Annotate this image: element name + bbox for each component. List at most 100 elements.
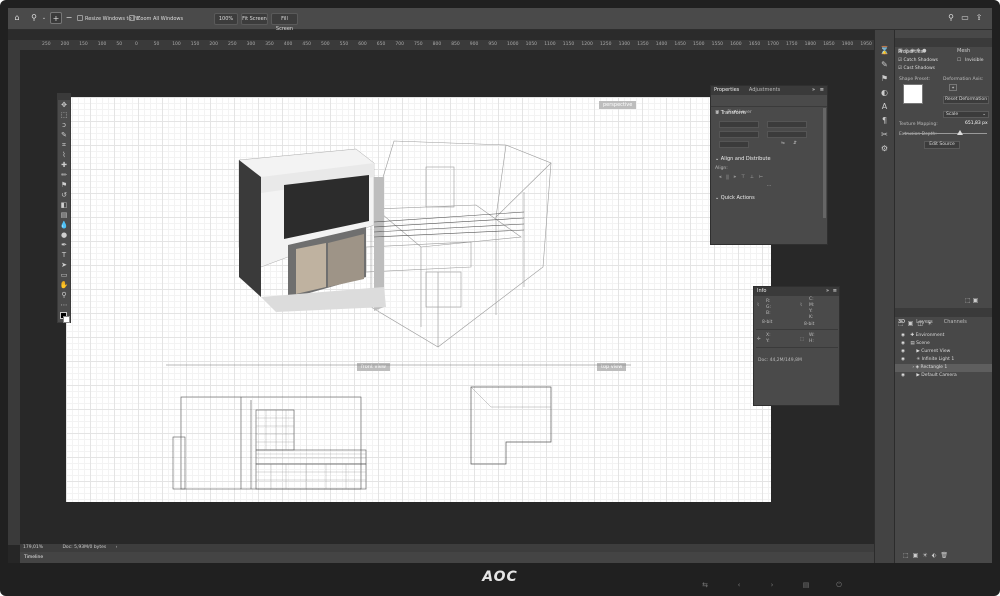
history-brush-tool-icon[interactable]: ↺ xyxy=(58,190,70,200)
scene-icon[interactable]: ◎ xyxy=(904,48,908,54)
monitor-power-icon[interactable]: ⏻ xyxy=(833,581,845,589)
vertical-ruler[interactable] xyxy=(8,40,20,545)
visibility-eye-icon[interactable]: ◉ xyxy=(901,333,905,338)
monitor-menu-icon[interactable]: ▤ xyxy=(800,581,812,589)
visibility-eye-icon[interactable]: ◉ xyxy=(901,349,905,354)
background-color-swatch[interactable] xyxy=(63,316,70,323)
more-tools-icon[interactable]: ⋯ xyxy=(58,300,70,310)
eyedropper-tool-icon[interactable]: ⌇ xyxy=(58,150,70,160)
zoom-level[interactable]: 179,01% xyxy=(23,545,43,550)
tab-channels[interactable]: Channels xyxy=(941,319,970,325)
panel-menu-icon[interactable]: ≡ xyxy=(833,287,837,296)
clone-source-icon[interactable]: ⚑ xyxy=(875,72,894,86)
invisible-checkbox[interactable]: ☐ xyxy=(957,57,961,65)
color-icon[interactable]: ◐ xyxy=(875,86,894,100)
flip-vertical-icon[interactable]: ⇵ xyxy=(793,140,797,147)
color-swatches[interactable] xyxy=(58,310,70,326)
properties-footer-icons[interactable]: ⬚ ▣ xyxy=(965,297,978,304)
zoom-100-button[interactable]: 100% xyxy=(214,13,238,25)
visibility-eye-icon[interactable]: ◉ xyxy=(901,357,905,362)
visibility-eye-icon[interactable]: ◉ xyxy=(901,373,905,378)
crop-tool-icon[interactable]: ⌗ xyxy=(58,140,70,150)
tab-properties[interactable]: Properties xyxy=(714,87,739,93)
pen-tool-icon[interactable]: ✒ xyxy=(58,240,70,250)
list-item[interactable]: ◉ ✚ Environment xyxy=(895,332,992,340)
stamp-tool-icon[interactable]: ⚑ xyxy=(58,180,70,190)
artboard[interactable]: perspective front view top view xyxy=(66,97,771,502)
quick-actions-section-title[interactable]: ⌄ Quick Actions xyxy=(711,190,827,206)
fill-screen-button[interactable]: Fill Screen xyxy=(271,13,298,32)
quick-select-tool-icon[interactable]: ✎ xyxy=(58,130,70,140)
properties-scrollbar[interactable] xyxy=(823,108,826,218)
monitor-right-icon[interactable]: › xyxy=(766,581,778,589)
deformation-axis-widget[interactable]: ✦ xyxy=(949,84,957,91)
input-source-icon[interactable]: ⇆ xyxy=(699,581,711,589)
align-buttons[interactable]: ⫷⫼⫸⊤⊥⊢ xyxy=(711,172,827,183)
3d-filter-icons[interactable]: ⬚▣◫☀ xyxy=(898,320,936,327)
edit-source-button[interactable]: Edit Source xyxy=(924,141,960,149)
x-field[interactable] xyxy=(719,131,759,138)
workspace-icon[interactable]: ▭ xyxy=(959,12,971,24)
tab-adjustments[interactable]: Adjustments xyxy=(749,87,780,93)
list-item[interactable]: ◉ ▶ Default Camera xyxy=(895,372,992,380)
zoom-all-windows-checkbox[interactable] xyxy=(129,15,135,21)
path-selection-tool-icon[interactable]: ➤ xyxy=(58,260,70,270)
reset-deformation-button[interactable]: Reset Deformation xyxy=(943,96,989,104)
transform-section-title[interactable]: ⌄ Transform xyxy=(711,107,827,119)
texture-mapping-select[interactable]: Scale ⌄ xyxy=(943,111,989,118)
timeline-label[interactable]: Timeline xyxy=(24,555,43,560)
horizontal-ruler[interactable]: 250 200 150 100 50 0 50 100 150 200 250 300 350 400 45… xyxy=(20,40,874,50)
resize-windows-checkbox[interactable] xyxy=(77,15,83,21)
move-tool-icon[interactable]: ✥ xyxy=(58,100,70,110)
gradient-tool-icon[interactable]: ▤ xyxy=(58,210,70,220)
chevron-right-icon[interactable]: › xyxy=(912,365,914,370)
zoom-out-icon[interactable]: − xyxy=(63,12,75,24)
history-icon[interactable]: ⌛ xyxy=(875,44,894,58)
mesh-icon[interactable]: ▦ xyxy=(898,48,903,54)
catch-shadows-checkbox[interactable]: ☑ xyxy=(898,58,902,63)
3d-footer-icons[interactable]: ⬚▣☀⬖🗑 xyxy=(903,552,952,559)
height-field[interactable] xyxy=(767,121,807,128)
hand-tool-icon[interactable]: ✋ xyxy=(58,280,70,290)
list-item[interactable]: ◉ ▶ Current View xyxy=(895,348,992,356)
brush-settings-icon[interactable]: ✎ xyxy=(875,58,894,72)
coords-icon[interactable]: ✥ xyxy=(916,48,920,54)
search-icon[interactable]: ⚲ xyxy=(945,12,957,24)
collapse-icon[interactable]: » xyxy=(826,287,829,296)
list-item[interactable]: ◉ ✳ Infinite Light 1 xyxy=(895,356,992,364)
share-icon[interactable]: ⇪ xyxy=(973,12,985,24)
align-section-title[interactable]: ⌄ Align and Distribute xyxy=(711,153,827,165)
visibility-eye-icon[interactable]: ◉ xyxy=(901,341,905,346)
material-icon[interactable]: ● xyxy=(922,48,926,54)
marquee-tool-icon[interactable]: ⬚ xyxy=(58,110,70,120)
rectangle-tool-icon[interactable]: ▭ xyxy=(58,270,70,280)
collapse-icon[interactable]: » xyxy=(812,86,815,95)
zoom-tool-icon[interactable]: ⚲ xyxy=(58,290,70,300)
more-options-icon[interactable]: ⋯ xyxy=(711,183,827,190)
monitor-left-icon[interactable]: ‹ xyxy=(733,581,745,589)
paragraph-icon[interactable]: ¶ xyxy=(875,114,894,128)
eraser-tool-icon[interactable]: ◧ xyxy=(58,200,70,210)
shape-preset-thumbnail[interactable] xyxy=(903,84,923,104)
chevron-right-icon[interactable]: › xyxy=(116,545,118,550)
healing-brush-tool-icon[interactable]: ✚ xyxy=(58,160,70,170)
tool-presets-icon[interactable]: ✂ xyxy=(875,128,894,142)
home-icon[interactable]: ⌂ xyxy=(11,12,23,24)
panel-menu-icon[interactable]: ≡ xyxy=(820,86,824,95)
character-icon[interactable]: A xyxy=(875,100,894,114)
doc-size[interactable]: Doc: 5,93M/0 bytes xyxy=(62,545,106,550)
lasso-tool-icon[interactable]: ↄ xyxy=(58,120,70,130)
list-item[interactable]: ◉ ▤ Scene xyxy=(895,340,992,348)
chevron-down-icon[interactable]: ⌄ xyxy=(38,12,50,24)
fit-screen-button[interactable]: Fit Screen xyxy=(241,13,268,25)
list-item-selected[interactable]: ◉ › ◈ Rectangle 1 xyxy=(895,364,992,372)
blur-tool-icon[interactable]: 💧 xyxy=(58,220,70,230)
paths-icon[interactable]: ⚙ xyxy=(875,142,894,156)
cast-shadows-checkbox[interactable]: ☑ xyxy=(898,66,902,71)
info-title[interactable]: Info xyxy=(757,288,766,294)
brush-tool-icon[interactable]: ✏ xyxy=(58,170,70,180)
y-field[interactable] xyxy=(767,131,807,138)
slider-thumb[interactable] xyxy=(957,130,963,135)
width-field[interactable] xyxy=(719,121,759,128)
extrusion-depth-slider[interactable] xyxy=(895,130,992,138)
